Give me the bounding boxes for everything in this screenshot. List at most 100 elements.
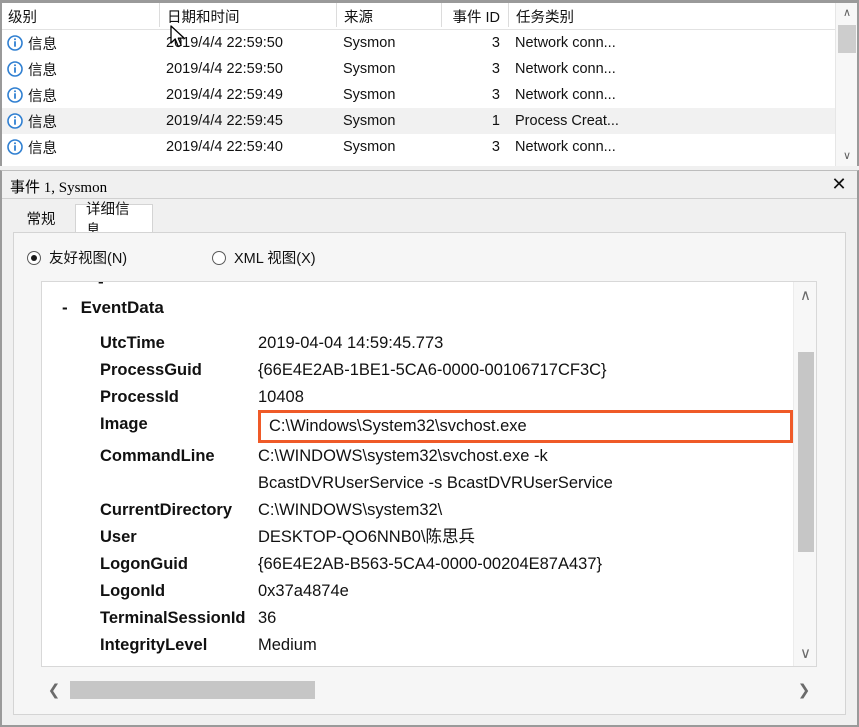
scroll-up-button[interactable]: ∧ (836, 3, 857, 23)
cell-level: 信息 (2, 59, 159, 80)
field-value: {66E4E2AB-1BE1-5CA6-0000-00106717CF3C} (258, 361, 607, 379)
table-row[interactable]: 信息 2019/4/4 22:59:50 Sysmon 3 Network conn..… (2, 56, 835, 82)
field-value-highlighted: C:\Windows\System32\svchost.exe (258, 410, 793, 443)
radio-selected-icon (27, 250, 41, 265)
field-value: 0x37a4874e (258, 582, 349, 600)
cell-event-id: 1 (491, 113, 500, 129)
column-header-datetime[interactable]: 日期和时间 (159, 3, 336, 27)
field-value: 2019-04-04 14:59:45.773 (258, 334, 444, 352)
field-value: 10408 (258, 388, 304, 406)
cell-event-id: 3 (491, 139, 500, 155)
field-key: IntegrityLevel (100, 636, 208, 654)
event-data-vertical-scrollbar[interactable]: ∧ ∨ (793, 282, 816, 666)
cell-task-category: Network conn... (515, 35, 616, 51)
detail-tab-body: 友好视图(N) XML 视图(X) - - EventData UtcTime 2… (13, 232, 846, 715)
event-list-inner: 级别 日期和时间 来源 事件 ID 任务类别 信息 2019/4/4 22:59:50 Sy… (2, 3, 835, 166)
info-icon (7, 87, 23, 103)
field-key: CommandLine (100, 447, 215, 465)
event-data-field: CommandLine C:\WINDOWS\system32\svchost.e… (100, 443, 793, 497)
field-key: Image (100, 415, 148, 433)
event-data-field: LogonId 0x37a4874e (100, 578, 793, 605)
event-data-section-header[interactable]: - EventData (62, 298, 164, 318)
event-viewer-window: 级别 日期和时间 来源 事件 ID 任务类别 信息 2019/4/4 22:59:50 Sy… (0, 0, 859, 727)
cell-level-label: 信息 (28, 36, 57, 53)
cell-level: 信息 (2, 111, 159, 132)
cell-task-category: Network conn... (515, 61, 616, 77)
chevron-left-icon: ❮ (47, 681, 61, 699)
event-data-field: User DESKTOP-QO6NNB0\陈思兵 (100, 524, 793, 551)
field-key: User (100, 528, 137, 546)
event-detail-pane: 事件 1, Sysmon ✕ 常规 详细信息 友好视图(N) XML 视图(X) (0, 170, 859, 727)
scroll-down-button[interactable]: ∨ (836, 146, 857, 166)
field-key: LogonId (100, 582, 166, 600)
detail-title-text: 事件 1, Sysmon (10, 180, 108, 196)
radio-xml-view-label: XML 视图(X) (234, 251, 316, 267)
detail-titlebar: 事件 1, Sysmon ✕ (2, 171, 857, 199)
collapse-toggle-partial-icon[interactable]: - (98, 282, 104, 290)
field-key: ProcessId (100, 388, 179, 406)
cell-event-id: 3 (491, 87, 500, 103)
cell-level-label: 信息 (28, 140, 57, 157)
collapse-toggle-icon[interactable]: - (62, 298, 68, 318)
event-data-field: IntegrityLevel Medium (100, 632, 793, 659)
event-data-scroll-down-button[interactable]: ∨ (794, 640, 816, 666)
event-list-pane: 级别 日期和时间 来源 事件 ID 任务类别 信息 2019/4/4 22:59:50 Sy… (0, 0, 859, 166)
column-header-source[interactable]: 来源 (336, 3, 441, 27)
field-key: TerminalSessionId (100, 609, 246, 627)
column-header-level[interactable]: 级别 (2, 3, 159, 27)
event-list-header: 级别 日期和时间 来源 事件 ID 任务类别 (2, 3, 835, 30)
scroll-right-button[interactable]: ❯ (791, 675, 817, 705)
info-icon (7, 61, 23, 77)
cell-datetime: 2019/4/4 22:59:40 (166, 139, 283, 155)
table-row[interactable]: 信息 2019/4/4 22:59:49 Sysmon 3 Network conn..… (2, 82, 835, 108)
column-header-event_id[interactable]: 事件 ID (441, 3, 508, 27)
field-key: CurrentDirectory (100, 501, 233, 519)
cell-datetime: 2019/4/4 22:59:45 (166, 113, 283, 129)
radio-xml-view[interactable]: XML 视图(X) (212, 247, 316, 268)
field-key: ProcessGuid (100, 361, 202, 379)
tab-details[interactable]: 详细信息 (75, 202, 153, 239)
chevron-up-icon: ∧ (842, 6, 852, 19)
field-value: 36 (258, 609, 277, 627)
event-data-field: TerminalSessionId 36 (100, 605, 793, 632)
close-icon[interactable]: ✕ (827, 173, 851, 196)
column-header-task[interactable]: 任务类别 (508, 3, 628, 27)
radio-unselected-icon (212, 250, 226, 265)
scrollbar-thumb[interactable] (838, 25, 856, 53)
chevron-down-icon: ∨ (842, 149, 852, 162)
event-list-body: 信息 2019/4/4 22:59:50 Sysmon 3 Network conn..… (2, 30, 835, 160)
event-data-horizontal-scrollbar[interactable]: ❮ ❯ (41, 675, 817, 705)
info-icon (7, 35, 23, 51)
event-data-scroll-area: - - EventData UtcTime 2019-04-04 14:59:45… (42, 282, 793, 666)
event-data-scrollbar-thumb[interactable] (798, 352, 814, 552)
field-value: {66E4E2AB-B563-5CA4-0000-00204E87A437} (258, 555, 603, 573)
scroll-left-button[interactable]: ❮ (41, 675, 67, 705)
event-list-vertical-scrollbar[interactable]: ∧ ∨ (835, 3, 857, 166)
event-data-field: UtcTime 2019-04-04 14:59:45.773 (100, 330, 793, 357)
cell-level-label: 信息 (28, 114, 57, 131)
cell-source: Sysmon (343, 139, 396, 155)
chevron-down-icon: ∨ (800, 644, 811, 662)
radio-friendly-view[interactable]: 友好视图(N) (27, 247, 127, 268)
event-data-scroll-up-button[interactable]: ∧ (794, 282, 816, 308)
cell-task-category: Network conn... (515, 87, 616, 103)
event-data-field: ProcessId 10408 (100, 384, 793, 411)
view-mode-radiogroup: 友好视图(N) XML 视图(X) (14, 233, 845, 281)
horizontal-scrollbar-thumb[interactable] (70, 681, 315, 699)
detail-tabstrip: 常规 详细信息 (13, 202, 846, 239)
field-value: C:\WINDOWS\system32\svchost.exe -k Bcast… (258, 447, 613, 492)
cell-level-label: 信息 (28, 88, 57, 105)
table-row[interactable]: 信息 2019/4/4 22:59:40 Sysmon 3 Network conn..… (2, 134, 835, 160)
field-key: UtcTime (100, 334, 165, 352)
cell-datetime: 2019/4/4 22:59:50 (166, 61, 283, 77)
chevron-up-icon: ∧ (800, 286, 811, 304)
radio-friendly-view-label: 友好视图(N) (49, 251, 128, 267)
tab-general[interactable]: 常规 (13, 204, 69, 233)
info-icon (7, 113, 23, 129)
cell-task-category: Process Creat... (515, 113, 619, 129)
table-row[interactable]: 信息 2019/4/4 22:59:45 Sysmon 1 Process Creat.… (2, 108, 835, 134)
event-data-field: ProcessGuid {66E4E2AB-1BE1-5CA6-0000-0010… (100, 357, 793, 384)
table-row[interactable]: 信息 2019/4/4 22:59:50 Sysmon 3 Network conn..… (2, 30, 835, 56)
event-data-field-list: UtcTime 2019-04-04 14:59:45.773 ProcessGui… (100, 330, 793, 659)
event-data-section-label: EventData (80, 298, 164, 317)
